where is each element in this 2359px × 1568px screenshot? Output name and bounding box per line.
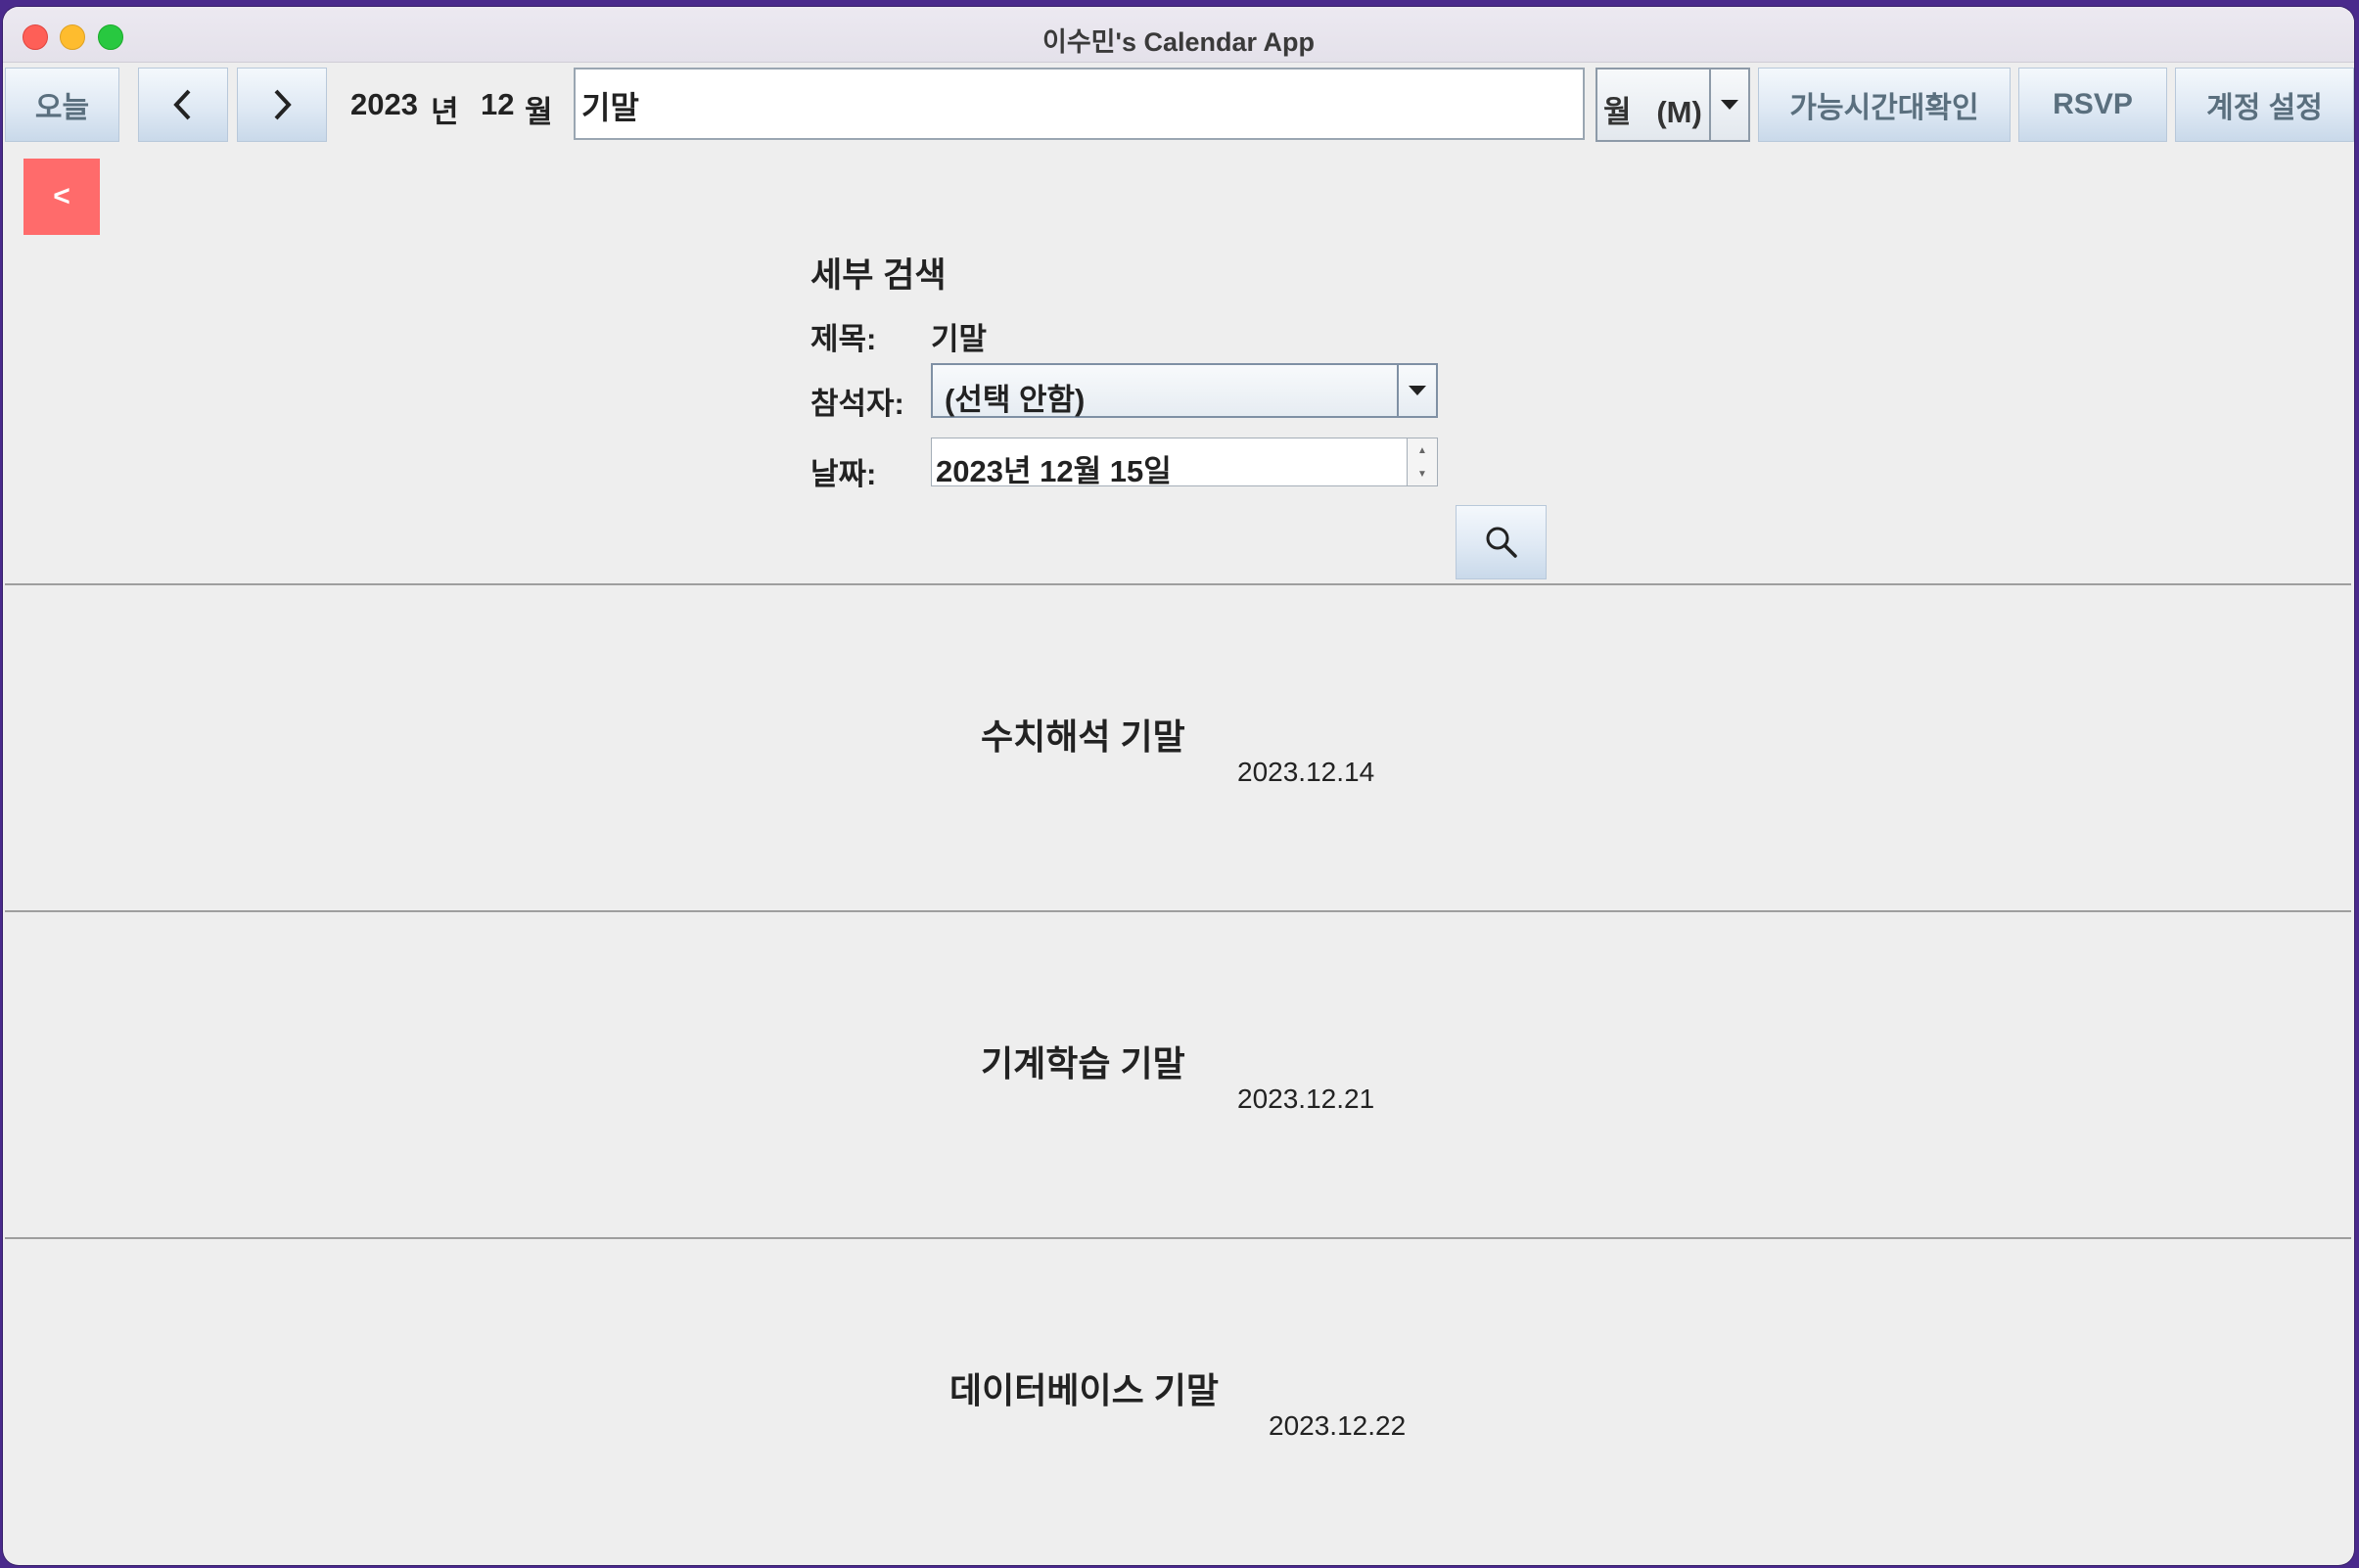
detail-search-title: 세부 검색 — [810, 256, 947, 295]
dropdown-arrow-icon[interactable] — [1709, 69, 1748, 140]
spinner-up-button[interactable]: ▲ — [1407, 438, 1437, 463]
date-label: 날짜: — [810, 457, 877, 491]
result-item[interactable]: 데이터베이스 기말 2023.12.22 — [5, 1237, 2351, 1564]
next-month-button[interactable] — [237, 68, 327, 142]
title-label: 제목: — [810, 322, 877, 356]
result-date: 2023.12.14 — [1237, 757, 1375, 787]
date-value: 2023년 12월 15일 — [936, 454, 1172, 488]
previous-month-button[interactable] — [138, 68, 228, 142]
search-icon — [1486, 527, 1517, 558]
chevron-left-icon — [173, 89, 191, 120]
title-bar: 이수민's Calendar App — [3, 7, 2354, 63]
month-unit: 월 — [525, 95, 553, 129]
date-spinner[interactable]: 2023년 12월 15일 ▲ ▼ — [931, 438, 1438, 488]
view-mode-value: 월 (M) — [1603, 95, 1702, 129]
app-window: 이수민's Calendar App 오늘 2023 년 12 월 기말 월 (… — [3, 7, 2354, 1565]
view-mode-select[interactable]: 월 (M) — [1596, 68, 1750, 142]
search-input[interactable]: 기말 — [574, 68, 1585, 140]
result-item[interactable]: 기계학습 기말 2023.12.21 — [5, 910, 2351, 1237]
month-value: 12 — [481, 87, 515, 121]
title-value: 기말 — [931, 322, 988, 356]
today-button[interactable]: 오늘 — [5, 68, 119, 142]
attendee-value: (선택 안함) — [945, 383, 1086, 417]
window-title: 이수민's Calendar App — [1042, 27, 1315, 57]
result-date: 2023.12.21 — [1237, 1084, 1375, 1114]
attendee-label: 참석자: — [810, 387, 904, 421]
check-availability-button[interactable]: 가능시간대확인 — [1758, 68, 2011, 142]
attendee-select[interactable]: (선택 안함) — [931, 363, 1438, 418]
chevron-right-icon — [274, 89, 292, 120]
result-item[interactable]: 수치해석 기말 2023.12.14 — [5, 583, 2351, 910]
rsvp-button[interactable]: RSVP — [2018, 68, 2167, 142]
back-button[interactable]: < — [23, 159, 100, 235]
result-title: 수치해석 기말 — [981, 716, 1185, 757]
spinner-down-button[interactable]: ▼ — [1407, 462, 1437, 485]
result-title: 데이터베이스 기말 — [949, 1370, 1219, 1410]
result-title: 기계학습 기말 — [981, 1043, 1185, 1084]
dropdown-arrow-icon[interactable] — [1397, 365, 1436, 416]
year-unit: 년 — [431, 95, 459, 129]
year-value: 2023 — [350, 87, 418, 121]
result-date: 2023.12.22 — [1269, 1410, 1407, 1441]
account-settings-button[interactable]: 계정 설정 — [2175, 68, 2354, 142]
search-button[interactable] — [1456, 505, 1547, 579]
